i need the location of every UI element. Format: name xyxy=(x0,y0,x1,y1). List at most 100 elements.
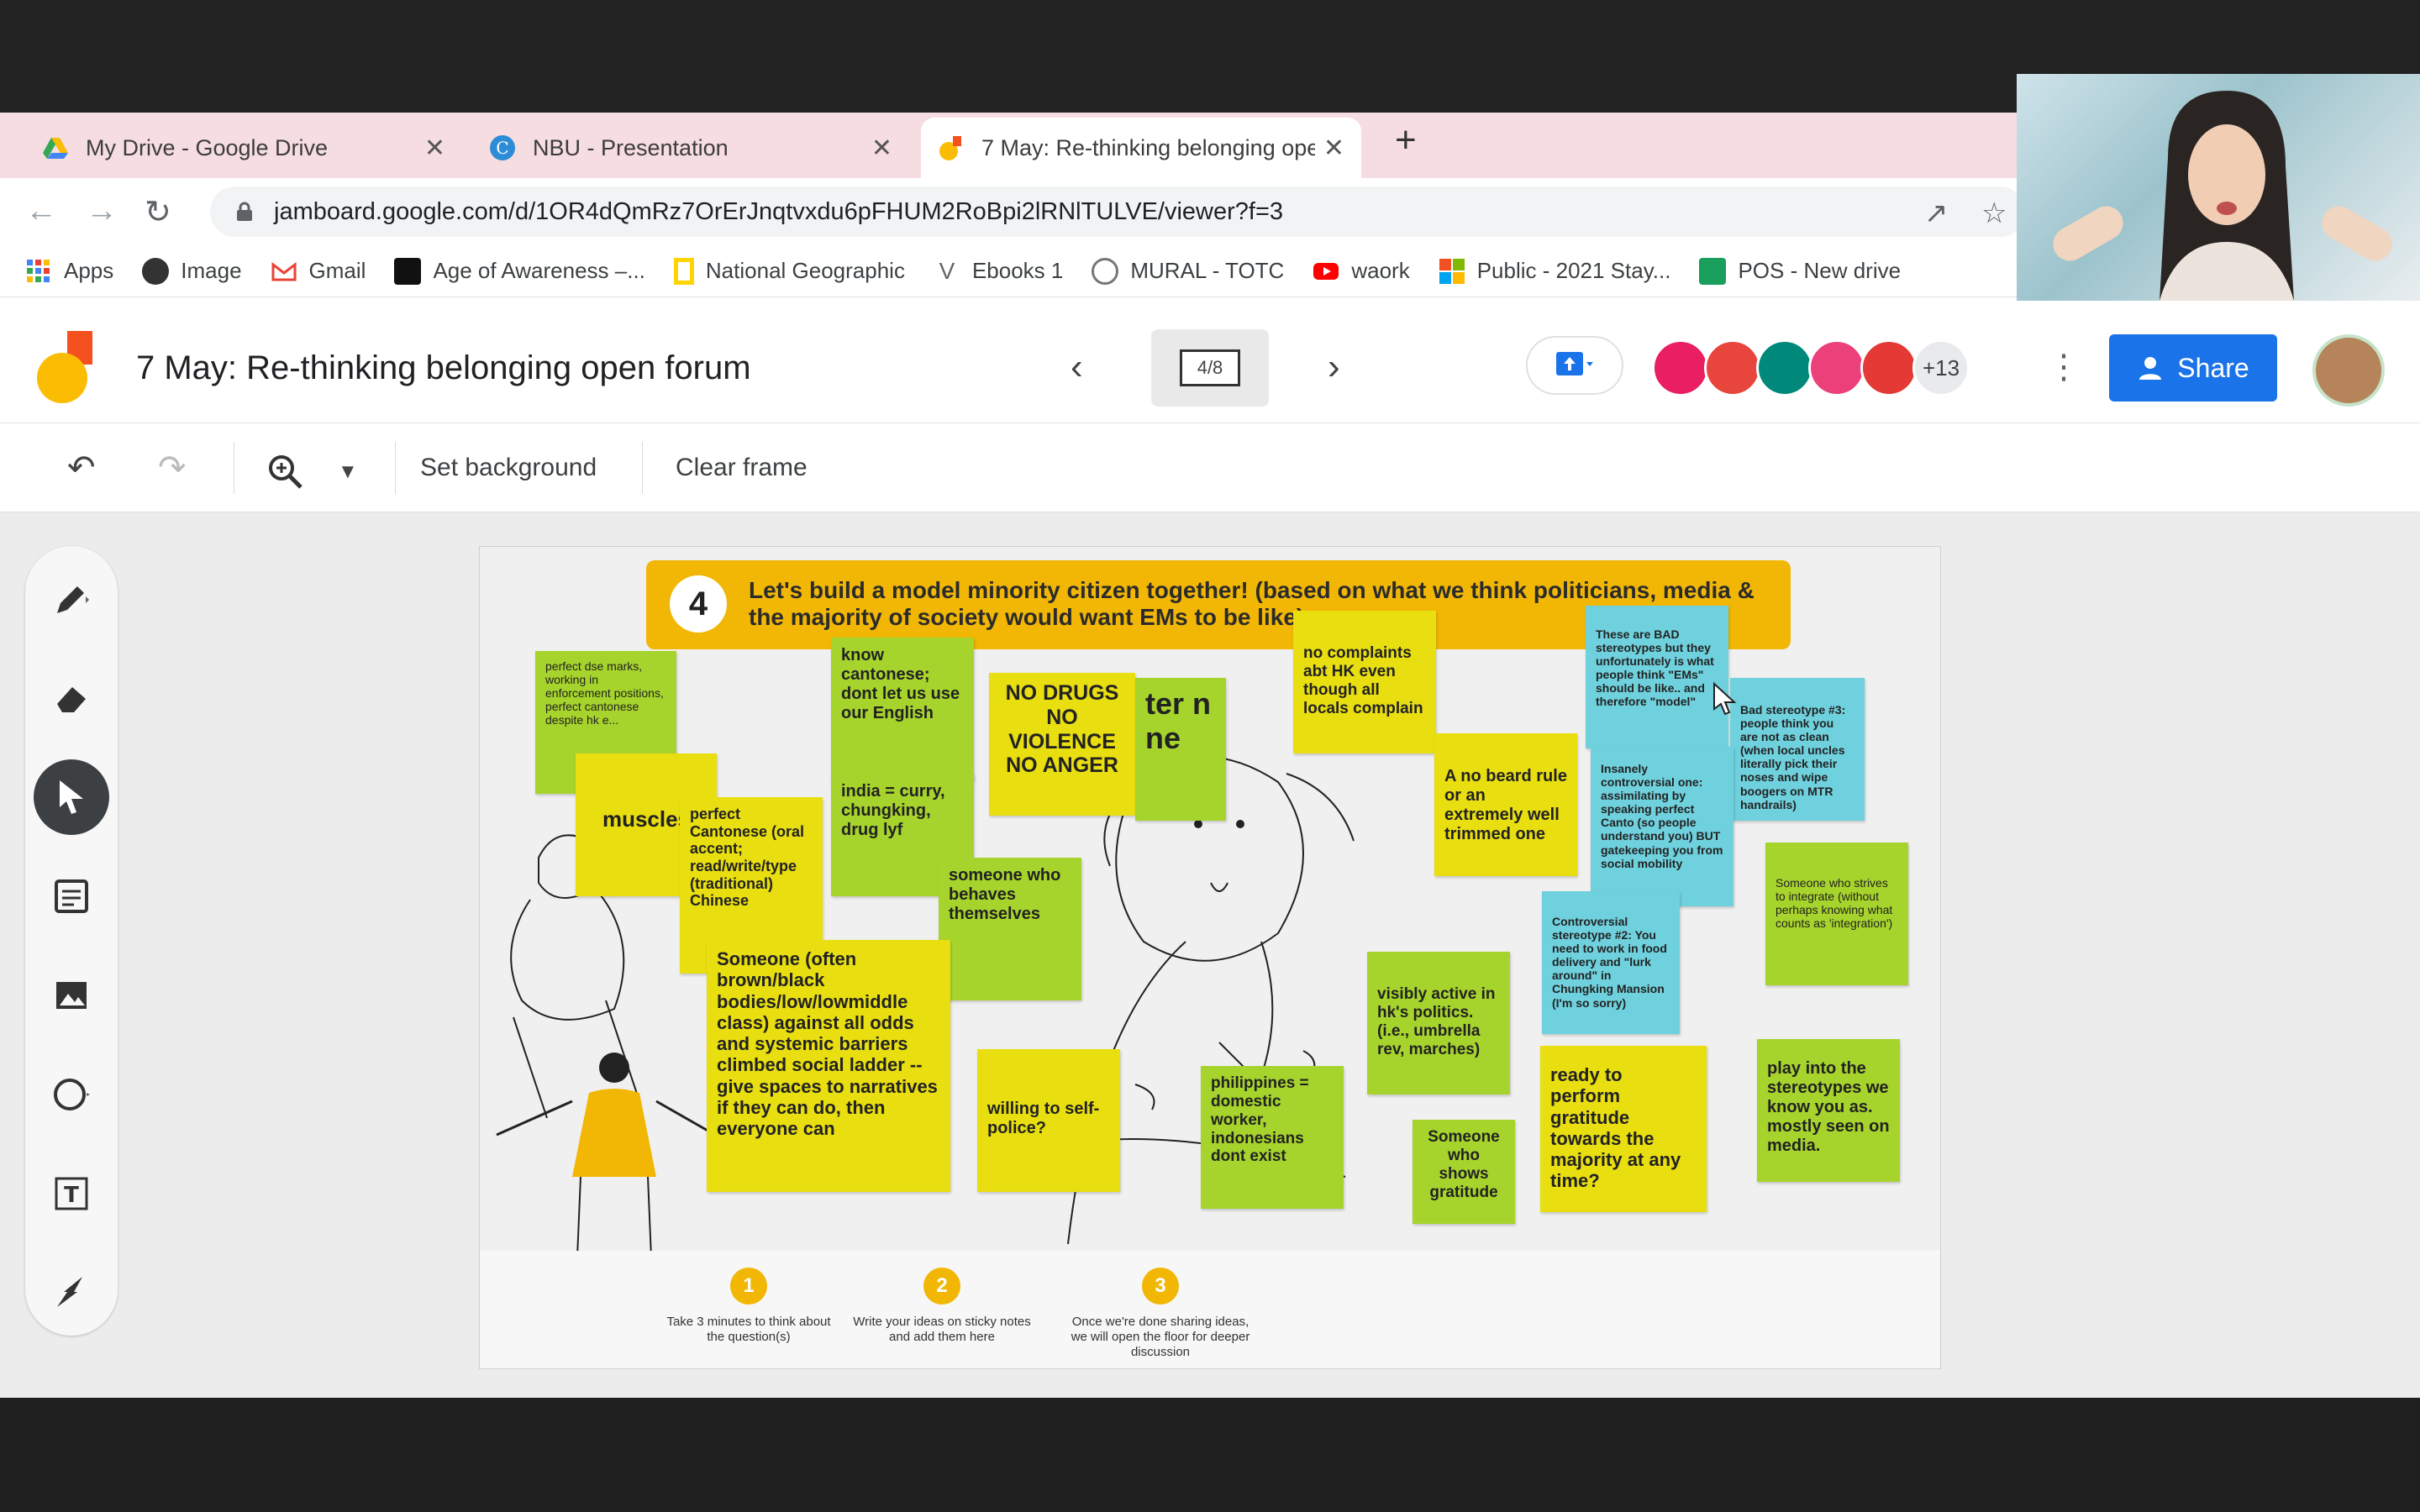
select-pointer-icon[interactable] xyxy=(34,759,109,835)
participant-video-image xyxy=(2160,91,2294,301)
participant-hand xyxy=(2047,200,2129,267)
redo-icon[interactable]: ↷ xyxy=(158,449,187,487)
sticky-note[interactable]: visibly active in hk's politics. (i.e., … xyxy=(1367,952,1510,1095)
jamboard-header: 7 May: Re-thinking belonging open forum … xyxy=(0,297,2420,423)
more-options-icon[interactable]: ⋮ xyxy=(2047,348,2081,386)
step-text: Write your ideas on sticky notes and add… xyxy=(853,1315,1031,1344)
tab-label: 7 May: Re-thinking belonging open forum xyxy=(981,134,1315,160)
apps-grid-icon xyxy=(27,259,50,282)
more-collaborators-count[interactable]: +13 xyxy=(1912,339,1970,396)
step-text: Once we're done sharing ideas, we will o… xyxy=(1071,1315,1250,1359)
bookmark-national-geographic[interactable]: National Geographic xyxy=(673,257,905,285)
laser-icon[interactable] xyxy=(34,1255,109,1331)
new-tab-icon[interactable]: + xyxy=(1395,119,1417,161)
pen-icon[interactable] xyxy=(34,561,109,637)
bookmark-image[interactable]: Image xyxy=(142,257,242,285)
bookmark-ebooks[interactable]: V Ebooks 1 xyxy=(934,258,1064,285)
sticky-note[interactable]: someone who behaves themselves xyxy=(939,858,1081,1000)
sticky-note[interactable]: ready to perform gratitude towards the m… xyxy=(1540,1046,1707,1212)
bookmark-public-2021[interactable]: Public - 2021 Stay... xyxy=(1439,258,1670,285)
sticky-note[interactable]: play into the stereotypes we know you as… xyxy=(1757,1039,1900,1182)
sticky-note[interactable]: philippines = domestic worker, indonesia… xyxy=(1201,1066,1344,1209)
sticky-note[interactable]: willing to self-police? xyxy=(977,1049,1120,1192)
tab-google-drive[interactable]: My Drive - Google Drive ✕ xyxy=(25,118,462,178)
add-image-icon[interactable] xyxy=(34,958,109,1033)
bookmark-waork[interactable]: waork xyxy=(1313,258,1410,285)
sticky-note[interactable]: NO DRUGS NO VIOLENCE NO ANGER xyxy=(989,673,1135,816)
mural-icon xyxy=(1092,257,1119,285)
url-text: jamboard.google.com/d/1OR4dQmRz7OrErJnqt… xyxy=(274,197,1284,225)
close-tab-icon[interactable]: ✕ xyxy=(424,134,445,163)
sticky-note[interactable]: Bad stereotype #3: people think you are … xyxy=(1730,678,1865,821)
sticky-note[interactable]: Controversial stereotype #2: You need to… xyxy=(1542,891,1680,1034)
avatar[interactable] xyxy=(1808,339,1865,396)
tab-nbu-presentation[interactable]: C NBU - Presentation ✕ xyxy=(472,118,909,178)
sticky-note-icon[interactable] xyxy=(34,858,109,934)
tab-jamboard[interactable]: 7 May: Re-thinking belonging open forum … xyxy=(921,118,1361,178)
youtube-icon xyxy=(1313,262,1339,280)
sticky-note[interactable]: Someone (often brown/black bodies/low/lo… xyxy=(707,940,950,1192)
bottom-black-bar xyxy=(0,1398,2420,1512)
zoom-dropdown-icon[interactable]: ▼ xyxy=(338,460,358,484)
screen: My Drive - Google Drive ✕ C NBU - Presen… xyxy=(0,0,2420,1512)
bookmark-mural[interactable]: MURAL - TOTC xyxy=(1092,257,1284,285)
avatar[interactable] xyxy=(1860,339,1918,396)
medium-icon xyxy=(394,257,422,285)
webcam-video-overlay xyxy=(2017,74,2420,301)
undo-icon[interactable]: ↶ xyxy=(67,449,96,487)
step-number: 2 xyxy=(923,1268,960,1305)
sticky-note[interactable]: know cantonese; dont let us use our Engl… xyxy=(831,638,974,780)
circle-shape-icon[interactable] xyxy=(34,1057,109,1132)
svg-text:T: T xyxy=(64,1183,79,1208)
present-icon xyxy=(1556,352,1593,375)
svg-text:C: C xyxy=(496,138,508,158)
sticky-note[interactable]: Insanely controversial one: assimilating… xyxy=(1591,747,1733,906)
sticky-note[interactable]: Someone who strives to integrate (withou… xyxy=(1765,843,1908,985)
tab-label: NBU - Presentation xyxy=(533,134,729,160)
canva-icon: C xyxy=(490,135,515,160)
sticky-note[interactable]: no complaints abt HK even though all loc… xyxy=(1293,611,1436,753)
bookmark-gmail[interactable]: Gmail xyxy=(271,258,366,285)
close-tab-icon[interactable]: ✕ xyxy=(1323,134,1344,163)
back-icon[interactable]: ← xyxy=(25,193,57,229)
set-background-button[interactable]: Set background xyxy=(420,454,597,482)
step-number: 4 xyxy=(670,575,727,633)
avatar[interactable] xyxy=(1704,339,1761,396)
share-button[interactable]: Share xyxy=(2109,334,2277,402)
clear-frame-button[interactable]: Clear frame xyxy=(676,454,808,482)
reload-icon[interactable]: ↻ xyxy=(145,193,171,231)
step-2: 2 Write your ideas on sticky notes and a… xyxy=(850,1268,1034,1345)
mouse-cursor-icon xyxy=(1713,682,1737,716)
account-avatar[interactable] xyxy=(2312,334,2385,407)
jam-frame[interactable]: 4 Let's build a model minority citizen t… xyxy=(479,546,1941,1369)
avatar[interactable] xyxy=(1756,339,1813,396)
forward-icon[interactable]: → xyxy=(86,193,118,229)
sticky-note[interactable]: ter n ne xyxy=(1135,678,1226,821)
close-tab-icon[interactable]: ✕ xyxy=(871,134,892,163)
image-globe-icon xyxy=(142,257,170,285)
jam-canvas: T 4 Let's build a model minority citizen… xyxy=(0,512,2420,1398)
zoom-icon[interactable] xyxy=(267,454,304,491)
step-number: 3 xyxy=(1142,1268,1179,1305)
previous-frame-icon[interactable]: ‹ xyxy=(1071,346,1083,388)
instructions-footer: 1 Take 3 minutes to think about the ques… xyxy=(480,1251,1940,1368)
share-page-icon[interactable]: ↗ xyxy=(1924,197,1949,230)
next-frame-icon[interactable]: › xyxy=(1328,346,1340,388)
collaborator-avatars[interactable]: +13 xyxy=(1652,339,1970,396)
sticky-note[interactable]: A no beard rule or an extremely well tri… xyxy=(1434,733,1577,876)
microsoft-icon xyxy=(1439,258,1465,284)
jam-title[interactable]: 7 May: Re-thinking belonging open forum xyxy=(136,349,751,387)
eraser-icon[interactable] xyxy=(34,660,109,736)
sticky-note[interactable]: Someone who shows gratitude xyxy=(1413,1120,1515,1224)
omnibox[interactable]: jamboard.google.com/d/1OR4dQmRz7OrErJnqt… xyxy=(210,186,2025,237)
frame-bar-toggle[interactable]: 4/8 xyxy=(1151,329,1269,407)
bookmark-pos-new-drive[interactable]: POS - New drive xyxy=(1699,257,1901,285)
bookmark-apps[interactable]: Apps xyxy=(25,258,113,285)
text-box-icon[interactable]: T xyxy=(34,1156,109,1231)
bookmark-star-icon[interactable]: ☆ xyxy=(1981,197,2007,230)
sticky-note[interactable]: These are BAD stereotypes but they unfor… xyxy=(1586,606,1728,748)
bookmark-age-of-awareness[interactable]: Age of Awareness –... xyxy=(394,257,645,285)
lock-icon xyxy=(237,202,252,221)
present-button[interactable] xyxy=(1526,336,1623,395)
avatar[interactable] xyxy=(1652,339,1709,396)
